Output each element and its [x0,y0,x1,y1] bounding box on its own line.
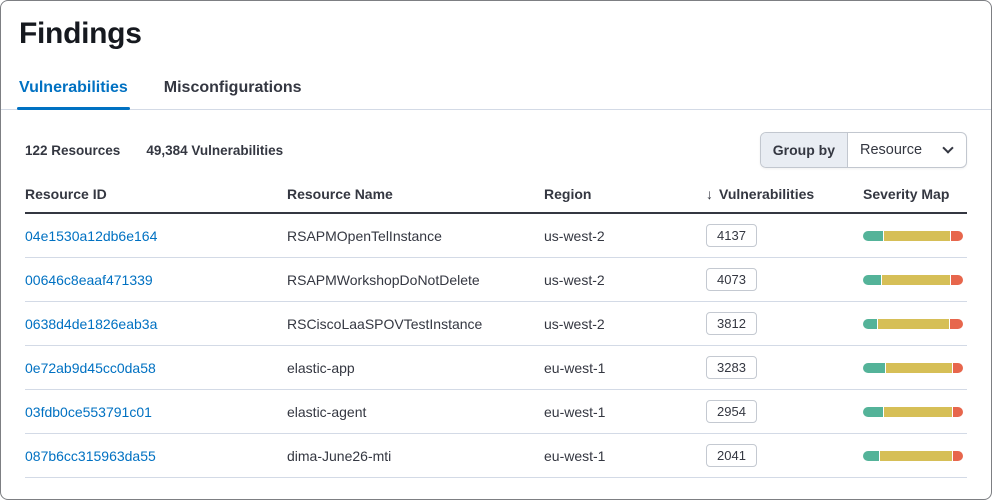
findings-page: Findings Vulnerabilities Misconfiguratio… [0,0,992,500]
chevron-down-icon [942,142,954,154]
resource-id-link[interactable]: 0638d4de1826eab3a [25,316,287,332]
table-row: 087b6cc315963da55 dima-June26-mti eu-west-… [25,434,967,478]
severity-map-cell [863,406,967,417]
severity-segment-low [863,274,881,285]
resource-id-link[interactable]: 0e72ab9d45cc0da58 [25,360,287,376]
vulnerability-count-badge: 2954 [706,400,757,423]
table-row: 0638d4de1826eab3a RSCiscoLaaSPOVTestInsta… [25,302,967,346]
severity-segment-low [863,230,883,241]
resource-name: RSAPMWorkshopDoNotDelete [287,271,480,288]
severity-map-cell [863,274,967,285]
column-header-resource-id[interactable]: Resource ID [25,186,287,202]
severity-segment-medium [885,362,953,373]
resource-id-link[interactable]: 087b6cc315963da55 [25,448,287,464]
region: us-west-2 [544,271,605,288]
severity-map-cell [863,362,967,373]
vulnerabilities-cell: 2954 [706,400,863,423]
page-title: Findings [19,17,142,50]
resource-id-link[interactable]: 00646c8eaaf471339 [25,272,287,288]
column-header-vulnerabilities[interactable]: ↓ Vulnerabilities [706,186,863,202]
summary-stats: 122 Resources 49,384 Vulnerabilities [25,143,283,158]
resource-name: elastic-app [287,359,355,376]
resource-name: RSAPMOpenTelInstance [287,227,442,244]
table-header: Resource ID Resource Name Region ↓ Vulne… [25,186,967,214]
resource-id-link[interactable]: 04e1530a12db6e164 [25,228,287,244]
severity-segment-medium [877,318,950,329]
table-row: 0e72ab9d45cc0da58 elastic-app eu-west-1 328… [25,346,967,390]
vulnerabilities-cell: 4137 [706,224,863,247]
severity-map-bar [863,274,963,285]
resource-name: elastic-agent [287,403,367,420]
group-by-value: Resource [860,142,923,158]
tab-misconfigurations[interactable]: Misconfigurations [164,79,302,109]
severity-segment-medium [881,274,951,285]
severity-segment-critical [951,274,963,285]
severity-segment-medium [883,406,953,417]
region: us-west-2 [544,315,605,332]
column-header-vulnerabilities-label: Vulnerabilities [719,186,815,202]
severity-map-bar [863,230,963,241]
severity-map-bar [863,406,963,417]
group-by-control[interactable]: Group by Resource [759,132,967,168]
vulnerabilities-cell: 3283 [706,356,863,379]
severity-map-cell [863,318,967,329]
group-by-select[interactable]: Resource [848,133,966,167]
tab-vulnerabilities[interactable]: Vulnerabilities [17,79,130,110]
vulnerability-count-badge: 3812 [706,312,757,335]
vulnerabilities-cell: 2041 [706,444,863,467]
sort-arrow-down-icon: ↓ [706,186,713,202]
region: eu-west-1 [544,447,606,464]
table-row: 00646c8eaaf471339 RSAPMWorkshopDoNotDelet… [25,258,967,302]
column-header-resource-name[interactable]: Resource Name [287,186,544,202]
column-header-severity-map[interactable]: Severity Map [863,186,967,202]
severity-segment-low [863,318,877,329]
region: eu-west-1 [544,403,606,420]
resource-name: RSCiscoLaaSPOVTestInstance [287,315,483,332]
region: us-west-2 [544,227,605,244]
severity-segment-critical [953,450,963,461]
vulnerability-count-badge: 2041 [706,444,757,467]
tab-bar: Vulnerabilities Misconfigurations [1,79,991,110]
severity-segment-low [863,450,879,461]
resource-id-link[interactable]: 03fdb0ce553791c01 [25,404,287,420]
severity-segment-critical [950,318,963,329]
severity-segment-medium [883,230,951,241]
severity-segment-medium [879,450,953,461]
severity-map-bar [863,362,963,373]
resources-count: 122 Resources [25,142,121,158]
table-row: 04e1530a12db6e164 RSAPMOpenTelInstance us-… [25,214,967,258]
findings-table: Resource ID Resource Name Region ↓ Vulne… [1,186,991,478]
severity-map-bar [863,318,963,329]
resource-name: dima-June26-mti [287,447,392,464]
severity-segment-critical [953,362,963,373]
group-by-label: Group by [760,133,848,167]
vulnerability-count-badge: 4073 [706,268,757,291]
severity-map-cell [863,450,967,461]
region: eu-west-1 [544,359,606,376]
column-header-region[interactable]: Region [544,186,706,202]
severity-segment-critical [951,230,963,241]
severity-map-bar [863,450,963,461]
table-body: 04e1530a12db6e164 RSAPMOpenTelInstance us-… [1,214,991,478]
severity-segment-low [863,362,885,373]
vulnerability-count-badge: 4137 [706,224,757,247]
vulnerability-count-badge: 3283 [706,356,757,379]
vulnerabilities-count: 49,384 Vulnerabilities [146,142,284,158]
severity-segment-critical [953,406,963,417]
toolbar: 122 Resources 49,384 Vulnerabilities Gro… [1,132,991,168]
table-row: 03fdb0ce553791c01 elastic-agent eu-west-1 2… [25,390,967,434]
vulnerabilities-cell: 3812 [706,312,863,335]
severity-map-cell [863,230,967,241]
vulnerabilities-cell: 4073 [706,268,863,291]
severity-segment-low [863,406,883,417]
